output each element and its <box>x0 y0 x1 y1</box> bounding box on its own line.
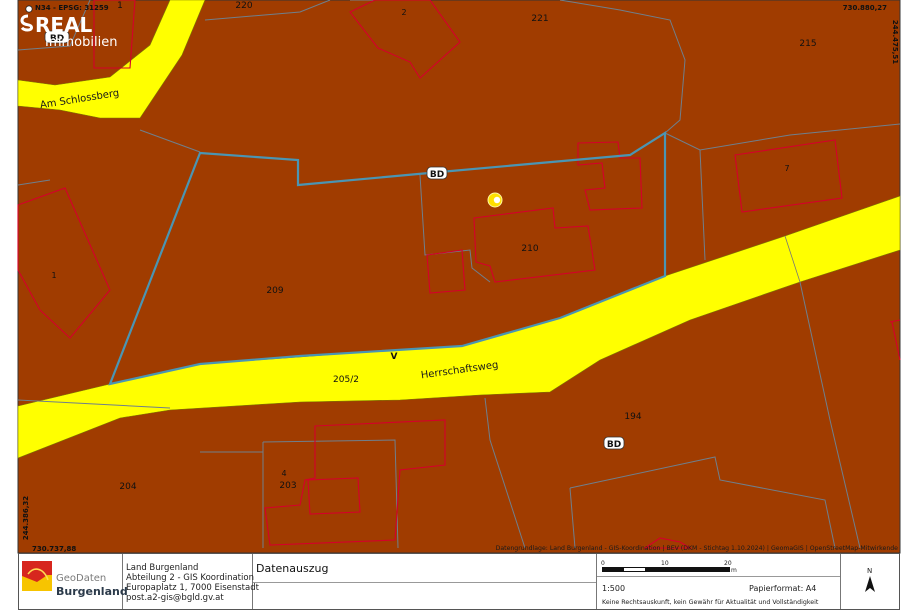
org-name: Land Burgenland <box>126 563 199 573</box>
map-footer: GeoDaten Burgenland Land Burgenland Abte… <box>18 553 900 610</box>
zone-badge-bd-bottom: BD <box>603 436 625 450</box>
coord-right-vertical: 244.475,51 <box>891 20 899 64</box>
coord-left-vertical: 244.386,32 <box>22 496 30 540</box>
north-arrow-icon <box>865 576 875 592</box>
parcel-label-205-2: 205/2 <box>333 375 359 385</box>
scale-bar <box>602 567 730 572</box>
parcel-label-215: 215 <box>799 39 816 49</box>
parcel-label-194: 194 <box>624 412 641 422</box>
parcel-label-210: 210 <box>521 244 538 254</box>
scale-unit: m <box>731 567 737 574</box>
brand-name-real: REAL <box>35 13 93 37</box>
scale-cell: 0 10 20 m 1:500 Papierformat: A4 Keine R… <box>597 554 841 609</box>
parcel-label-209: 209 <box>266 286 283 296</box>
parcel-label-204: 204 <box>119 482 136 492</box>
location-marker-icon[interactable] <box>487 192 503 208</box>
document-title: Datenauszug <box>256 562 329 575</box>
title-cell: Datenauszug <box>253 554 597 609</box>
coord-top-right: 730.880,27 <box>843 4 887 12</box>
house-number-4: 4 <box>281 469 286 478</box>
scale-divider <box>597 576 840 577</box>
org-department: Abteilung 2 - GIS Koordination <box>126 573 254 583</box>
house-number-2: 2 <box>401 8 406 17</box>
parcel-label-203: 203 <box>279 481 296 491</box>
svg-text:BD: BD <box>430 170 444 180</box>
org-logo-bottom: Burgenland <box>56 585 128 598</box>
org-email[interactable]: post.a2-gis@bgld.gv.at <box>126 593 224 604</box>
coord-bottom-left: 730.737,88 <box>32 545 76 553</box>
org-logo-cell: GeoDaten Burgenland <box>19 554 128 609</box>
house-number-1: 1 <box>51 271 56 280</box>
geodaten-burgenland-logo <box>22 561 52 591</box>
title-divider <box>253 582 596 583</box>
parcel-label-1-top: 1 <box>117 1 123 11</box>
disclaimer: Keine Rechtsauskunft, kein Gewähr für Ak… <box>602 599 819 606</box>
projection-label: N34 - EPSG: 31259 <box>35 4 109 12</box>
parcel-label-221: 221 <box>531 14 548 24</box>
north-arrow-cell: N <box>841 554 899 609</box>
org-address: Europaplatz 1, 7000 Eisenstadt <box>126 583 259 593</box>
map-attribution: Datengrundlage: Land Burgenland - GIS-Ko… <box>496 545 899 552</box>
brand-name-immobilien: Immobilien <box>45 35 117 50</box>
parcel-label-220: 220 <box>235 1 252 11</box>
svg-text:BD: BD <box>607 440 621 450</box>
zone-badge-v: V <box>391 352 398 362</box>
org-address-cell: Land Burgenland Abteilung 2 - GIS Koordi… <box>123 554 259 609</box>
house-number-7: 7 <box>784 164 789 173</box>
org-logo-top: GeoDaten <box>56 573 107 584</box>
paper-format: Papierformat: A4 <box>749 584 817 593</box>
scale-ratio: 1:500 <box>602 584 626 593</box>
zone-badge-bd-center: BD <box>426 166 448 180</box>
cadastral-map[interactable]: 220 221 215 209 210 205/2 194 204 203 1 … <box>0 0 920 613</box>
